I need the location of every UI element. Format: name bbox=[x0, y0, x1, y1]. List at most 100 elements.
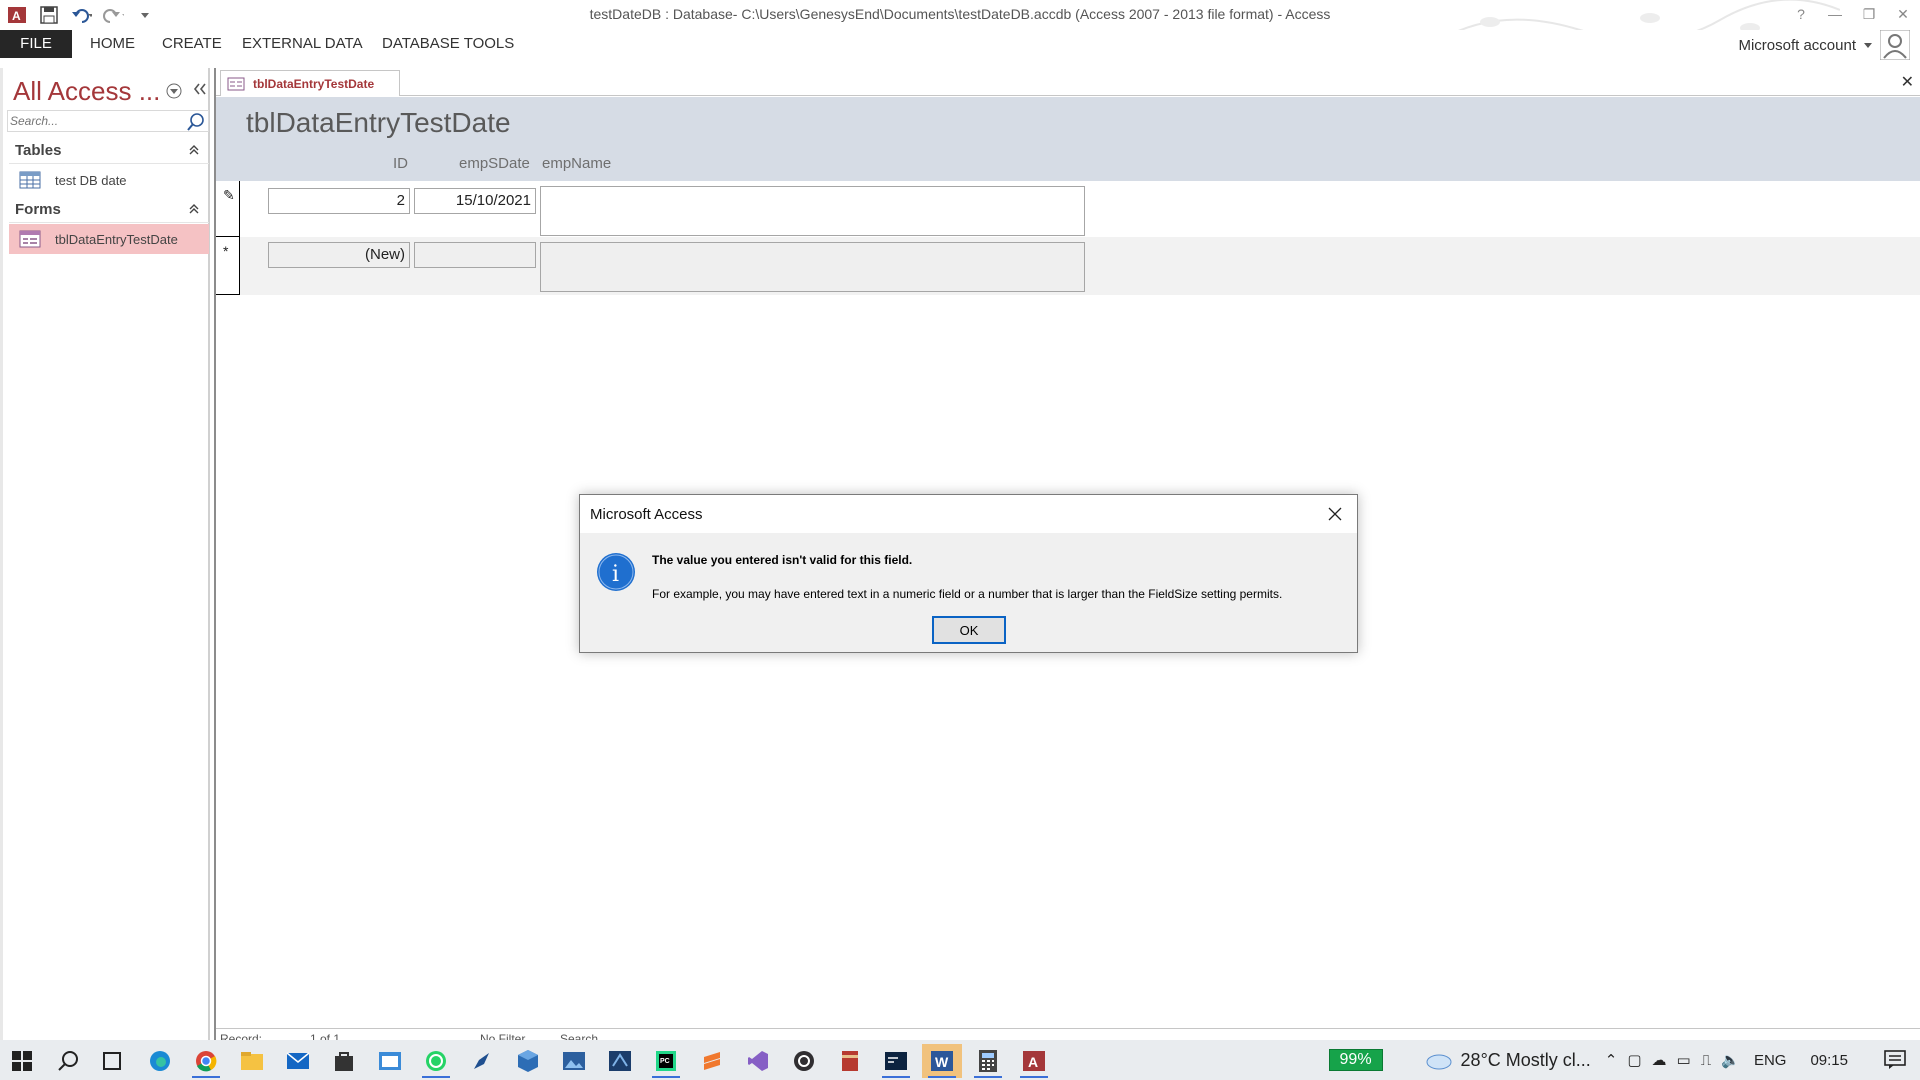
dev-tool-icon[interactable] bbox=[600, 1044, 640, 1078]
archive-icon[interactable] bbox=[830, 1044, 870, 1078]
navigation-pane: All Access ... Tables test DB date Forms… bbox=[0, 68, 210, 1040]
close-document-icon[interactable]: ✕ bbox=[1901, 72, 1914, 92]
pycharm-icon[interactable]: PC bbox=[646, 1044, 686, 1078]
table-icon bbox=[19, 171, 41, 189]
nav-menu-icon[interactable] bbox=[165, 82, 183, 100]
visual-studio-icon[interactable] bbox=[738, 1044, 778, 1078]
nav-header[interactable]: All Access ... bbox=[9, 72, 209, 106]
edge-icon[interactable] bbox=[140, 1044, 180, 1078]
meet-now-icon[interactable]: ▢ bbox=[1627, 1051, 1641, 1069]
image-viewer-icon[interactable] bbox=[554, 1044, 594, 1078]
chevron-down-icon bbox=[1864, 43, 1872, 48]
dialog-close-icon[interactable] bbox=[1313, 495, 1357, 533]
virtualbox-icon[interactable] bbox=[508, 1044, 548, 1078]
avatar bbox=[1880, 30, 1910, 60]
search-icon[interactable] bbox=[186, 112, 206, 132]
new-record-row: * (New) bbox=[216, 237, 1920, 295]
calculator-icon[interactable] bbox=[968, 1044, 1008, 1078]
nav-search-input[interactable] bbox=[10, 112, 186, 130]
nav-search-box[interactable] bbox=[7, 110, 209, 132]
id-field-new[interactable]: (New) bbox=[268, 242, 410, 268]
chevron-up-icon[interactable] bbox=[187, 142, 201, 156]
whatsapp-icon[interactable] bbox=[416, 1044, 456, 1078]
empname-field-new[interactable] bbox=[540, 242, 1085, 292]
dialog-title: Microsoft Access bbox=[590, 506, 703, 523]
onedrive-icon[interactable]: ☁ bbox=[1652, 1051, 1667, 1069]
volume-icon[interactable]: 🔈 bbox=[1721, 1051, 1740, 1069]
terminal-icon[interactable] bbox=[876, 1044, 916, 1078]
mail-icon[interactable] bbox=[278, 1044, 318, 1078]
minimize-button[interactable]: — bbox=[1818, 0, 1852, 28]
obs-icon[interactable] bbox=[784, 1044, 824, 1078]
new-record-icon: * bbox=[223, 243, 229, 259]
sublime-icon[interactable] bbox=[692, 1044, 732, 1078]
file-explorer-icon[interactable] bbox=[232, 1044, 272, 1078]
account-menu[interactable]: Microsoft account bbox=[1738, 30, 1910, 60]
language-indicator[interactable]: ENG bbox=[1754, 1052, 1787, 1069]
nav-item-tbldataentrytestdate[interactable]: tblDataEntryTestDate bbox=[9, 224, 209, 254]
chevron-up-icon[interactable] bbox=[187, 201, 201, 215]
svg-text:PC: PC bbox=[660, 1058, 670, 1065]
tab-external-data[interactable]: EXTERNAL DATA bbox=[230, 30, 375, 58]
tab-create[interactable]: CREATE bbox=[150, 30, 234, 58]
column-header-empname: empName bbox=[542, 155, 612, 172]
nav-group-label: Tables bbox=[15, 142, 62, 159]
nav-item-test-db-date[interactable]: test DB date bbox=[9, 165, 209, 195]
nav-item-label: tblDataEntryTestDate bbox=[55, 231, 178, 247]
tab-file[interactable]: FILE bbox=[0, 30, 72, 58]
record-selector[interactable]: ✎ bbox=[216, 181, 240, 237]
tab-tbldataentrytestdate[interactable]: tblDataEntryTestDate bbox=[220, 70, 400, 96]
access-icon[interactable]: A bbox=[1014, 1044, 1054, 1078]
nav-title: All Access ... bbox=[13, 76, 161, 106]
taskbar: PC W A 99% 28°C Mostly cl... ⌃ ▢ ☁ ▭ ⎍ 🔈… bbox=[0, 1040, 1920, 1080]
weather-icon[interactable] bbox=[1423, 1049, 1453, 1071]
column-header-empsdate: empSDate bbox=[459, 155, 530, 172]
svg-text:A: A bbox=[1028, 1054, 1038, 1070]
battery-indicator[interactable]: 99% bbox=[1328, 1049, 1383, 1071]
word-icon[interactable]: W bbox=[922, 1044, 962, 1078]
column-header-id: ID bbox=[393, 155, 408, 172]
record-selector[interactable]: * bbox=[216, 237, 240, 295]
ribbon-tabs: FILE HOME CREATE EXTERNAL DATA DATABASE … bbox=[0, 30, 1920, 60]
form-header: tblDataEntryTestDate ID empSDate empName bbox=[216, 97, 1920, 181]
network-icon[interactable]: ⎍ bbox=[1701, 1052, 1712, 1069]
window-controls: ? — ❐ ✕ bbox=[1784, 0, 1920, 28]
system-tray: 99% 28°C Mostly cl... ⌃ ▢ ☁ ▭ ⎍ 🔈 ENG 09… bbox=[1328, 1040, 1920, 1080]
nav-group-forms[interactable]: Forms bbox=[9, 197, 209, 223]
task-view-icon[interactable] bbox=[92, 1044, 132, 1078]
empsdate-field[interactable]: 15/10/2021 bbox=[414, 188, 536, 214]
pen-app-icon[interactable] bbox=[462, 1044, 502, 1078]
dialog-detail: For example, you may have entered text i… bbox=[652, 587, 1283, 601]
tab-home[interactable]: HOME bbox=[78, 30, 147, 58]
weather-text[interactable]: 28°C Mostly cl... bbox=[1461, 1050, 1591, 1071]
empname-field[interactable] bbox=[540, 186, 1085, 236]
search-icon[interactable] bbox=[48, 1044, 88, 1078]
chrome-icon[interactable] bbox=[186, 1044, 226, 1078]
svg-text:W: W bbox=[935, 1054, 949, 1070]
close-window-button[interactable]: ✕ bbox=[1886, 0, 1920, 28]
form-icon bbox=[19, 230, 41, 248]
nav-group-tables[interactable]: Tables bbox=[9, 138, 209, 164]
form-icon bbox=[227, 77, 245, 90]
title-bar: A testDateDB : Database- C:\Users\Genesy… bbox=[0, 0, 1920, 42]
form-title: tblDataEntryTestDate bbox=[246, 107, 511, 138]
restore-button[interactable]: ❐ bbox=[1852, 0, 1886, 28]
dialog-titlebar: Microsoft Access bbox=[580, 495, 1357, 533]
battery-icon[interactable]: ▭ bbox=[1677, 1051, 1691, 1069]
empsdate-field-new[interactable] bbox=[414, 242, 536, 268]
chevron-up-icon[interactable]: ⌃ bbox=[1605, 1051, 1618, 1069]
dialog-message: The value you entered isn't valid for th… bbox=[652, 553, 913, 567]
ok-button[interactable]: OK bbox=[932, 616, 1006, 644]
store-icon[interactable] bbox=[324, 1044, 364, 1078]
pencil-icon: ✎ bbox=[223, 187, 235, 203]
account-label: Microsoft account bbox=[1738, 36, 1856, 54]
id-field[interactable]: 2 bbox=[268, 188, 410, 214]
clock[interactable]: 09:15 bbox=[1810, 1052, 1848, 1069]
collapse-pane-icon[interactable] bbox=[191, 80, 209, 98]
notification-icon[interactable] bbox=[1884, 1050, 1906, 1070]
app-window-icon[interactable] bbox=[370, 1044, 410, 1078]
tab-database-tools[interactable]: DATABASE TOOLS bbox=[370, 30, 526, 58]
start-icon[interactable] bbox=[2, 1044, 42, 1078]
document-tabs: tblDataEntryTestDate ✕ bbox=[216, 68, 1920, 96]
help-button[interactable]: ? bbox=[1784, 0, 1818, 28]
